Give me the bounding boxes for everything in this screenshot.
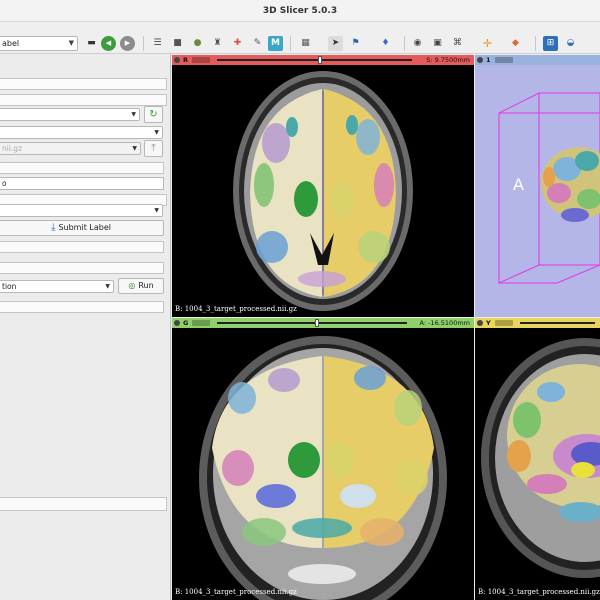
view-options-icon[interactable] [495, 57, 513, 63]
section-header[interactable] [0, 78, 167, 90]
pin-icon[interactable] [174, 320, 180, 326]
axial-brain-image[interactable] [172, 65, 474, 317]
back-icon[interactable]: ◀ [101, 36, 116, 51]
label-combo[interactable]: ▼ [0, 204, 163, 217]
transforms-icon[interactable]: ♜ [210, 36, 225, 51]
monai-label-icon[interactable]: M [268, 36, 283, 51]
volume-label: B: 1004_3_target_processed.nii.gz [175, 305, 297, 313]
chevron-down-icon: ▼ [132, 145, 137, 152]
view-letter: G [183, 319, 189, 327]
record-icon[interactable]: ▣ [430, 36, 445, 51]
view-letter: Y [486, 319, 491, 327]
toolbar-separator [404, 36, 405, 51]
server-combo[interactable]: ▼ [0, 108, 140, 121]
run-label: Run [138, 281, 154, 290]
module-selector[interactable]: abel ▼ [0, 36, 78, 51]
slice-offset-value: S: 9.7500mm [426, 56, 470, 64]
input-volume-combo[interactable]: nii.gz ▼ [0, 142, 141, 155]
screenshot-icon[interactable]: ▦ [298, 36, 313, 51]
red-view-controller[interactable]: R S: 9.7500mm [172, 55, 474, 65]
view-options-icon[interactable] [192, 57, 210, 63]
three-d-view-controller[interactable]: 1 [475, 55, 600, 65]
submit-label-text: Submit Label [58, 223, 111, 232]
window-title: 3D Slicer 5.0.3 [0, 0, 600, 22]
model-combo[interactable]: ▼ [0, 126, 163, 139]
chevron-down-icon: ▼ [131, 111, 136, 118]
models-icon[interactable]: ● [190, 36, 205, 51]
chevron-down-icon: ▼ [154, 129, 159, 136]
data-icon[interactable]: ☰ [150, 36, 165, 51]
submit-label-button[interactable]: ⤓ Submit Label [0, 220, 164, 236]
run-button[interactable]: ◎ Run [118, 278, 164, 294]
slider-handle[interactable] [318, 56, 322, 64]
run-icon: ◎ [128, 281, 136, 290]
pin-icon[interactable] [174, 57, 180, 63]
view-options-icon[interactable] [192, 320, 210, 326]
section-header[interactable] [0, 262, 164, 274]
view-options-icon[interactable] [495, 320, 513, 326]
three-d-view[interactable]: 1 A [475, 55, 600, 317]
algorithm-combo[interactable]: tion ▼ [0, 280, 114, 293]
slice-offset-slider[interactable] [217, 322, 407, 324]
module-panel: ▼ ↻ ▼ nii.gz ▼ ⤒ o ▼ ⤓ Submit Label tion… [0, 54, 171, 600]
refresh-icon[interactable]: ↻ [144, 106, 163, 123]
status-area [0, 497, 167, 511]
sagittal-brain-image[interactable] [475, 328, 600, 600]
algorithm-value: tion [2, 282, 17, 291]
volume-label: B: 1004_3_target_processed.nii.gz [478, 588, 600, 596]
volumes-icon[interactable]: ■ [170, 36, 185, 51]
input-volume-value: nii.gz [2, 144, 23, 153]
pin-icon[interactable] [477, 57, 483, 63]
slice-offset-slider[interactable] [217, 59, 412, 61]
place-icon[interactable]: ⚑ [348, 36, 363, 51]
section-header[interactable] [0, 241, 164, 253]
crosshair-icon[interactable]: ✛ [480, 36, 495, 51]
section-header[interactable] [0, 162, 164, 174]
module-selector-value: abel [2, 39, 20, 48]
slice-offset-value: A: -16.5100mm [419, 319, 470, 327]
pin-icon[interactable] [477, 320, 483, 326]
layers-icon[interactable]: ◆ [508, 36, 523, 51]
three-d-render[interactable] [475, 65, 600, 317]
section-header[interactable] [0, 94, 167, 106]
slice-offset-slider[interactable] [520, 322, 595, 324]
sequence-icon[interactable]: ⌘ [450, 36, 465, 51]
pointer-icon[interactable]: ➤ [328, 36, 343, 51]
view-letter: 1 [486, 56, 491, 64]
red-slice-view[interactable]: R S: 9.7500mm B: 1004_3_target_processed… [172, 55, 474, 317]
chevron-down-icon: ▼ [154, 207, 159, 214]
layout-icon[interactable]: ▬ [84, 36, 99, 51]
main-toolbar: abel ▼ ▬ ◀ ▶ ☰ ■ ● ♜ ✚ ✎ M ▦ ➤ ⚑ ♦ ◉ ▣ ⌘… [0, 22, 600, 54]
download-icon: ⤓ [51, 222, 56, 233]
yellow-slice-view[interactable]: Y B: 1004_3_target_processed.nii.gz [475, 318, 600, 600]
green-slice-view[interactable]: G A: -16.5100mm B: 1004_3_target_process… [172, 318, 474, 600]
toolbar-separator [290, 36, 291, 51]
upload-icon[interactable]: ⤒ [144, 140, 163, 157]
slider-handle[interactable] [315, 319, 319, 327]
view-letter: R [183, 56, 189, 64]
extensions-icon[interactable]: ⊞ [543, 36, 558, 51]
volume-label: B: 1004_3_target_processed.nii.gz [175, 588, 297, 596]
crosshair-toggle-icon[interactable]: ♦ [378, 36, 393, 51]
chevron-down-icon: ▼ [105, 283, 110, 290]
yellow-view-controller[interactable]: Y [475, 318, 600, 328]
python-icon[interactable]: ◒ [563, 36, 578, 51]
axis-label-a: A [513, 175, 524, 194]
label-text-field[interactable]: o [0, 177, 164, 190]
forward-icon[interactable]: ▶ [120, 36, 135, 51]
green-view-controller[interactable]: G A: -16.5100mm [172, 318, 474, 328]
chevron-down-icon: ▼ [68, 39, 74, 47]
slicer-window: 3D Slicer 5.0.3 abel ▼ ▬ ◀ ▶ ☰ ■ ● ♜ ✚ ✎… [0, 0, 600, 600]
toolbar-separator [143, 36, 144, 51]
markups-icon[interactable]: ✚ [230, 36, 245, 51]
toolbar-separator [535, 36, 536, 51]
capture-icon[interactable]: ◉ [410, 36, 425, 51]
coronal-brain-image[interactable] [172, 328, 474, 600]
section-header[interactable] [0, 301, 164, 313]
editor-icon[interactable]: ✎ [250, 36, 265, 51]
